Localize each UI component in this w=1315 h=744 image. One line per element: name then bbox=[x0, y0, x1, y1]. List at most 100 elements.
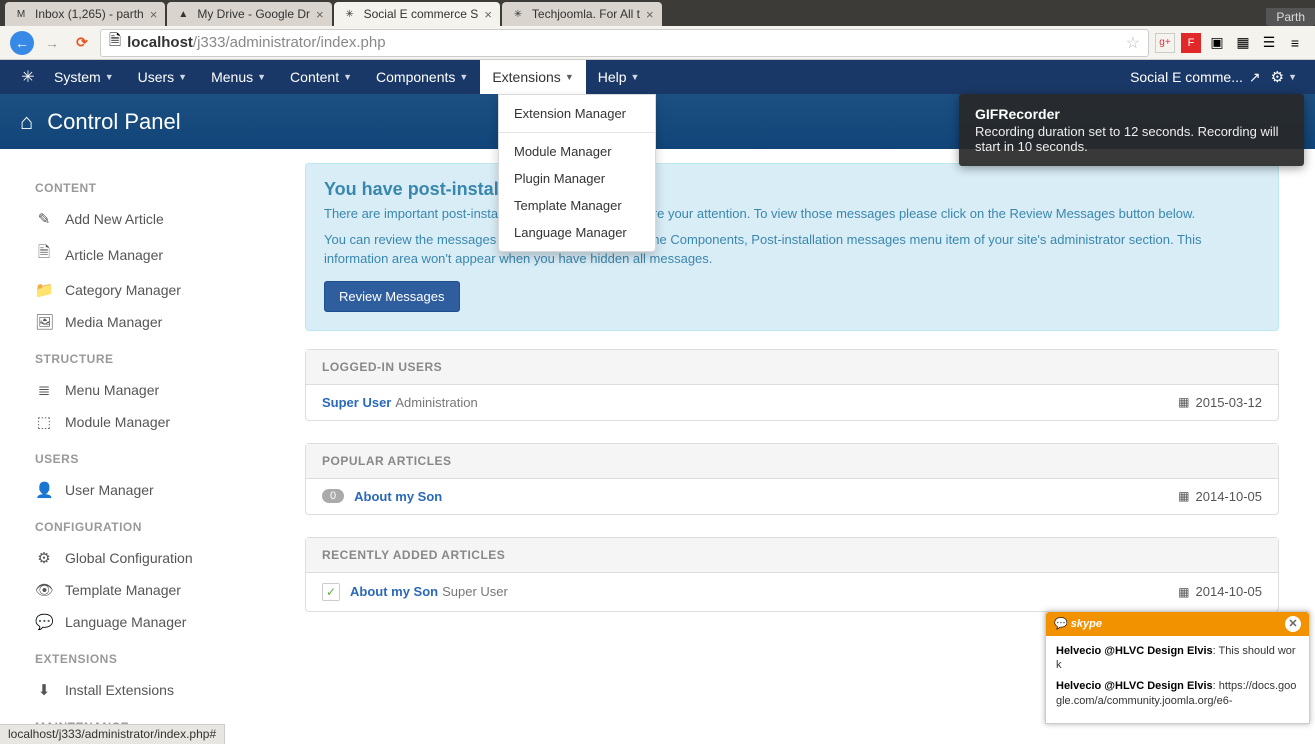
alert-line2: You can review the messages at any time … bbox=[324, 230, 1260, 269]
sidebar-item-icon: 💬 bbox=[35, 613, 53, 631]
browser-tab[interactable]: ▲ My Drive - Google Dr × bbox=[167, 2, 331, 26]
sidebar-heading: STRUCTURE bbox=[35, 352, 285, 366]
panel-title: RECENTLY ADDED ARTICLES bbox=[306, 538, 1278, 573]
notification-body: Recording duration set to 12 seconds. Re… bbox=[975, 124, 1288, 154]
sidebar-item[interactable]: 👤User Manager bbox=[35, 474, 285, 506]
admin-top-menu: ✳ System ▼Users ▼Menus ▼Content ▼Compone… bbox=[0, 60, 1315, 94]
external-link-icon: ↗ bbox=[1249, 69, 1261, 86]
close-icon[interactable]: ✕ bbox=[1285, 616, 1301, 632]
sidebar-item[interactable]: 👁Template Manager bbox=[35, 574, 285, 606]
browser-tab[interactable]: MInbox (1,265) - parth× bbox=[5, 2, 165, 26]
notification-title: GIFRecorder bbox=[975, 106, 1288, 122]
sidebar-item[interactable]: ≣Menu Manager bbox=[35, 374, 285, 406]
flipboard-icon[interactable]: F bbox=[1181, 33, 1201, 53]
caret-down-icon: ▼ bbox=[105, 72, 114, 82]
menu-menus[interactable]: Menus ▼ bbox=[199, 60, 278, 94]
menu-help[interactable]: Help ▼ bbox=[586, 60, 652, 94]
tab-close-icon[interactable]: × bbox=[646, 7, 654, 22]
joomla-logo-icon[interactable]: ✳ bbox=[18, 67, 38, 87]
site-name-label: Social E comme... bbox=[1130, 69, 1243, 85]
menu-users[interactable]: Users ▼ bbox=[126, 60, 199, 94]
publish-check-icon[interactable]: ✓ bbox=[322, 583, 340, 601]
dropdown-item[interactable]: Module Manager bbox=[499, 138, 655, 165]
menu-components[interactable]: Components ▼ bbox=[364, 60, 480, 94]
hits-badge: 0 bbox=[322, 489, 344, 503]
sidebar-item-label: Media Manager bbox=[65, 314, 162, 330]
sidebar-item[interactable]: 📁Category Manager bbox=[35, 274, 285, 306]
menu-icon[interactable]: ≡ bbox=[1285, 33, 1305, 53]
skype-chat-icon: 💬 bbox=[1054, 618, 1068, 630]
tab-title: My Drive - Google Dr bbox=[197, 7, 310, 21]
browser-tab[interactable]: ✳Techjoomla. For All t× bbox=[502, 2, 662, 26]
post-install-alert: You have post-installation messages Ther… bbox=[305, 163, 1279, 331]
grid-icon[interactable]: ▦ bbox=[1233, 33, 1253, 53]
menu-system[interactable]: System ▼ bbox=[42, 60, 126, 94]
tab-favicon: ▲ bbox=[175, 6, 191, 22]
sidebar-item-icon: ✎ bbox=[35, 210, 53, 228]
dropdown-item[interactable]: Template Manager bbox=[499, 192, 655, 219]
reload-button[interactable]: ⟳ bbox=[70, 31, 94, 55]
menu-content[interactable]: Content ▼ bbox=[278, 60, 364, 94]
menu-label: Extensions bbox=[492, 69, 560, 85]
sidebar-item[interactable]: 🖼Media Manager bbox=[35, 306, 285, 338]
article-row: ✓ About my Son Super User ▦2014-10-05 bbox=[312, 573, 1272, 611]
extensions-dropdown: Extension Manager Module ManagerPlugin Ma… bbox=[498, 94, 656, 252]
sidebar-item-label: Language Manager bbox=[65, 614, 186, 630]
caret-down-icon: ▼ bbox=[343, 72, 352, 82]
sidebar-item[interactable]: 🗎Article Manager bbox=[35, 235, 285, 274]
sidebar-item[interactable]: ⬚Module Manager bbox=[35, 406, 285, 438]
cast-icon[interactable]: ▣ bbox=[1207, 33, 1227, 53]
tab-close-icon[interactable]: × bbox=[316, 7, 324, 22]
page-title: Control Panel bbox=[47, 109, 180, 135]
alert-title: You have post-installation messages bbox=[324, 179, 1260, 200]
sidebar: CONTENT✎Add New Article🗎Article Manager📁… bbox=[0, 149, 305, 724]
url-host: localhost bbox=[127, 34, 193, 51]
forward-button[interactable]: → bbox=[40, 31, 64, 55]
dropdown-item[interactable]: Language Manager bbox=[499, 219, 655, 246]
admin-settings-gear[interactable]: ⚙ ▼ bbox=[1271, 68, 1297, 86]
tab-close-icon[interactable]: × bbox=[150, 7, 158, 22]
sidebar-item-label: User Manager bbox=[65, 482, 154, 498]
back-button[interactable]: ← bbox=[10, 31, 34, 55]
sidebar-item-icon: ⚙ bbox=[35, 549, 53, 567]
article-author: Super User bbox=[442, 584, 508, 599]
sidebar-item[interactable]: 💬 Language Manager bbox=[35, 606, 285, 638]
home-icon: ⌂ bbox=[20, 109, 33, 135]
browser-tab[interactable]: ✳Social E commerce S× bbox=[334, 2, 500, 26]
menu-extensions[interactable]: Extensions ▼ bbox=[480, 60, 585, 94]
user-role: Administration bbox=[395, 395, 477, 410]
caret-down-icon: ▼ bbox=[631, 72, 640, 82]
dropdown-item[interactable]: Plugin Manager bbox=[499, 165, 655, 192]
address-bar[interactable]: 🗎 localhost/j333/administrator/index.php… bbox=[100, 29, 1149, 57]
sidebar-item-label: Install Extensions bbox=[65, 682, 174, 698]
skype-header[interactable]: 💬 skype ✕ bbox=[1046, 612, 1309, 636]
gif-recorder-notification: GIFRecorder Recording duration set to 12… bbox=[959, 94, 1304, 166]
tab-favicon: ✳ bbox=[342, 6, 358, 22]
article-link[interactable]: About my Son bbox=[354, 489, 442, 504]
sidebar-item-label: Category Manager bbox=[65, 282, 181, 298]
sidebar-item-icon: ⬚ bbox=[35, 413, 53, 431]
calendar-icon: ▦ bbox=[1178, 395, 1189, 409]
sidebar-item[interactable]: ⚙ Global Configuration bbox=[35, 542, 285, 574]
bookmark-star-icon[interactable]: ☆ bbox=[1126, 33, 1140, 53]
dropdown-item[interactable]: Extension Manager bbox=[499, 100, 655, 127]
article-link[interactable]: About my Son bbox=[350, 584, 438, 599]
view-site-link[interactable]: Social E comme... ↗ bbox=[1130, 69, 1261, 86]
sidebar-item[interactable]: ✎Add New Article bbox=[35, 203, 285, 235]
os-user-badge: Parth bbox=[1266, 8, 1315, 26]
sidebar-item-label: Global Configuration bbox=[65, 550, 193, 566]
skype-message: Helvecio @HLVC Design Elvis: https://doc… bbox=[1056, 679, 1299, 709]
article-date: 2014-10-05 bbox=[1196, 489, 1263, 504]
list-icon[interactable]: ☰ bbox=[1259, 33, 1279, 53]
tab-title: Inbox (1,265) - parth bbox=[35, 7, 144, 21]
sidebar-item[interactable]: ⬇Install Extensions bbox=[35, 674, 285, 706]
tab-close-icon[interactable]: × bbox=[484, 7, 492, 22]
user-link[interactable]: Super User bbox=[322, 395, 391, 410]
tab-title: Techjoomla. For All t bbox=[532, 7, 640, 21]
review-messages-button[interactable]: Review Messages bbox=[324, 281, 460, 312]
article-date: 2014-10-05 bbox=[1196, 584, 1263, 599]
logged-in-users-panel: LOGGED-IN USERS Super User Administratio… bbox=[305, 349, 1279, 421]
site-identity-icon: 🗎 bbox=[109, 30, 121, 55]
google-plus-icon[interactable]: g+ bbox=[1155, 33, 1175, 53]
url-path: /j333/administrator/index.php bbox=[193, 34, 386, 51]
